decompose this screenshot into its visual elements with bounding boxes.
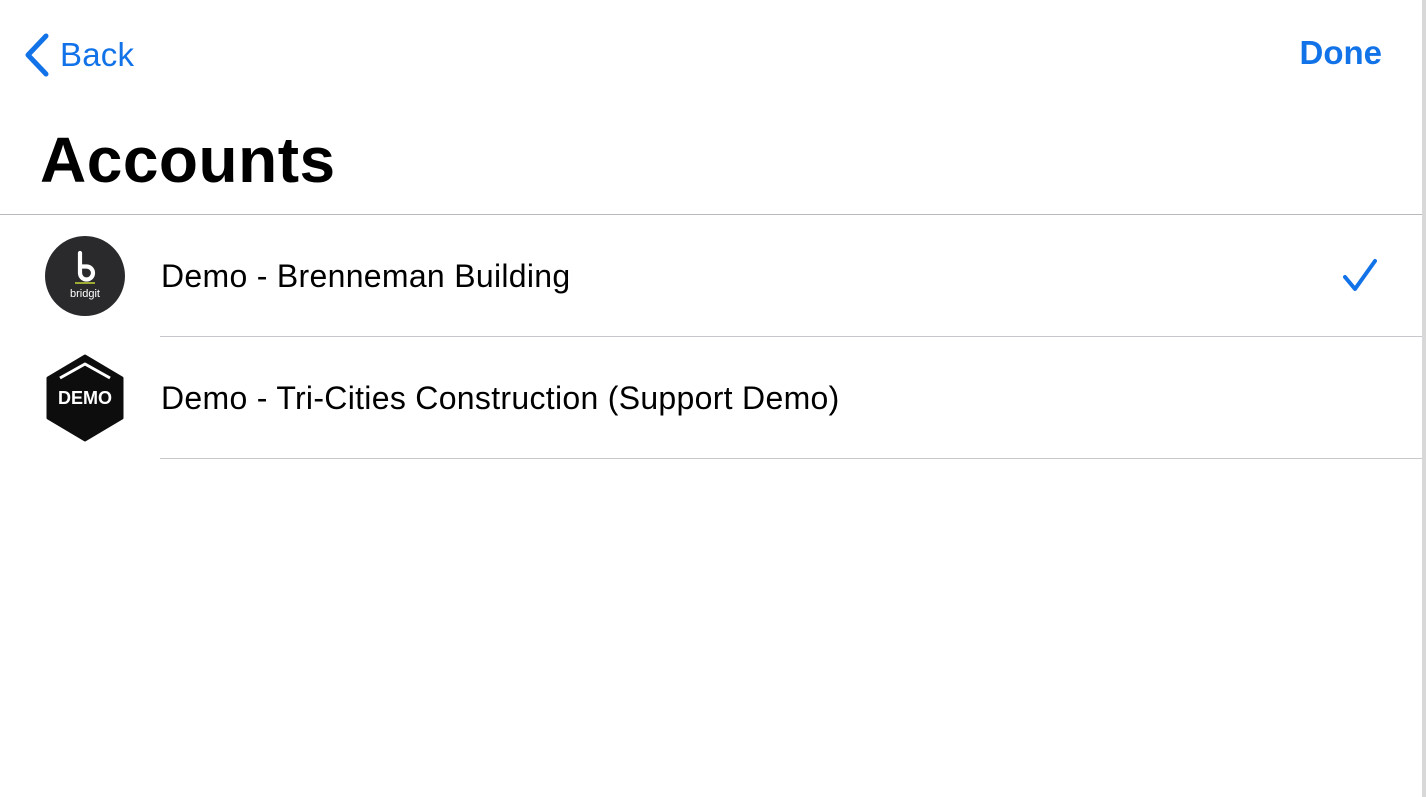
page-title: Accounts <box>40 124 336 196</box>
account-row-tri-cities[interactable]: DEMO Demo - Tri-Cities Construction (Sup… <box>0 337 1422 459</box>
account-name: Demo - Brenneman Building <box>161 258 571 294</box>
row-divider <box>160 458 1422 459</box>
svg-text:DEMO: DEMO <box>58 388 112 408</box>
accounts-sheet: Back Done Accounts bridgit Demo - Brenne… <box>0 0 1422 797</box>
account-row-brenneman[interactable]: bridgit Demo - Brenneman Building <box>0 215 1422 337</box>
account-name: Demo - Tri-Cities Construction (Support … <box>161 380 840 416</box>
navigation-bar: Back Done <box>0 0 1422 110</box>
demo-logo-icon: DEMO <box>44 354 126 442</box>
back-label: Back <box>60 36 135 73</box>
sheet-edge <box>1422 0 1426 797</box>
chevron-left-icon <box>22 32 52 78</box>
bridgit-logo-icon: bridgit <box>44 235 126 317</box>
accounts-list: bridgit Demo - Brenneman Building DEMO D… <box>0 215 1422 459</box>
done-button[interactable]: Done <box>1300 34 1383 72</box>
svg-text:bridgit: bridgit <box>70 288 100 300</box>
back-button[interactable]: Back <box>22 32 134 78</box>
checkmark-icon <box>1342 257 1378 293</box>
